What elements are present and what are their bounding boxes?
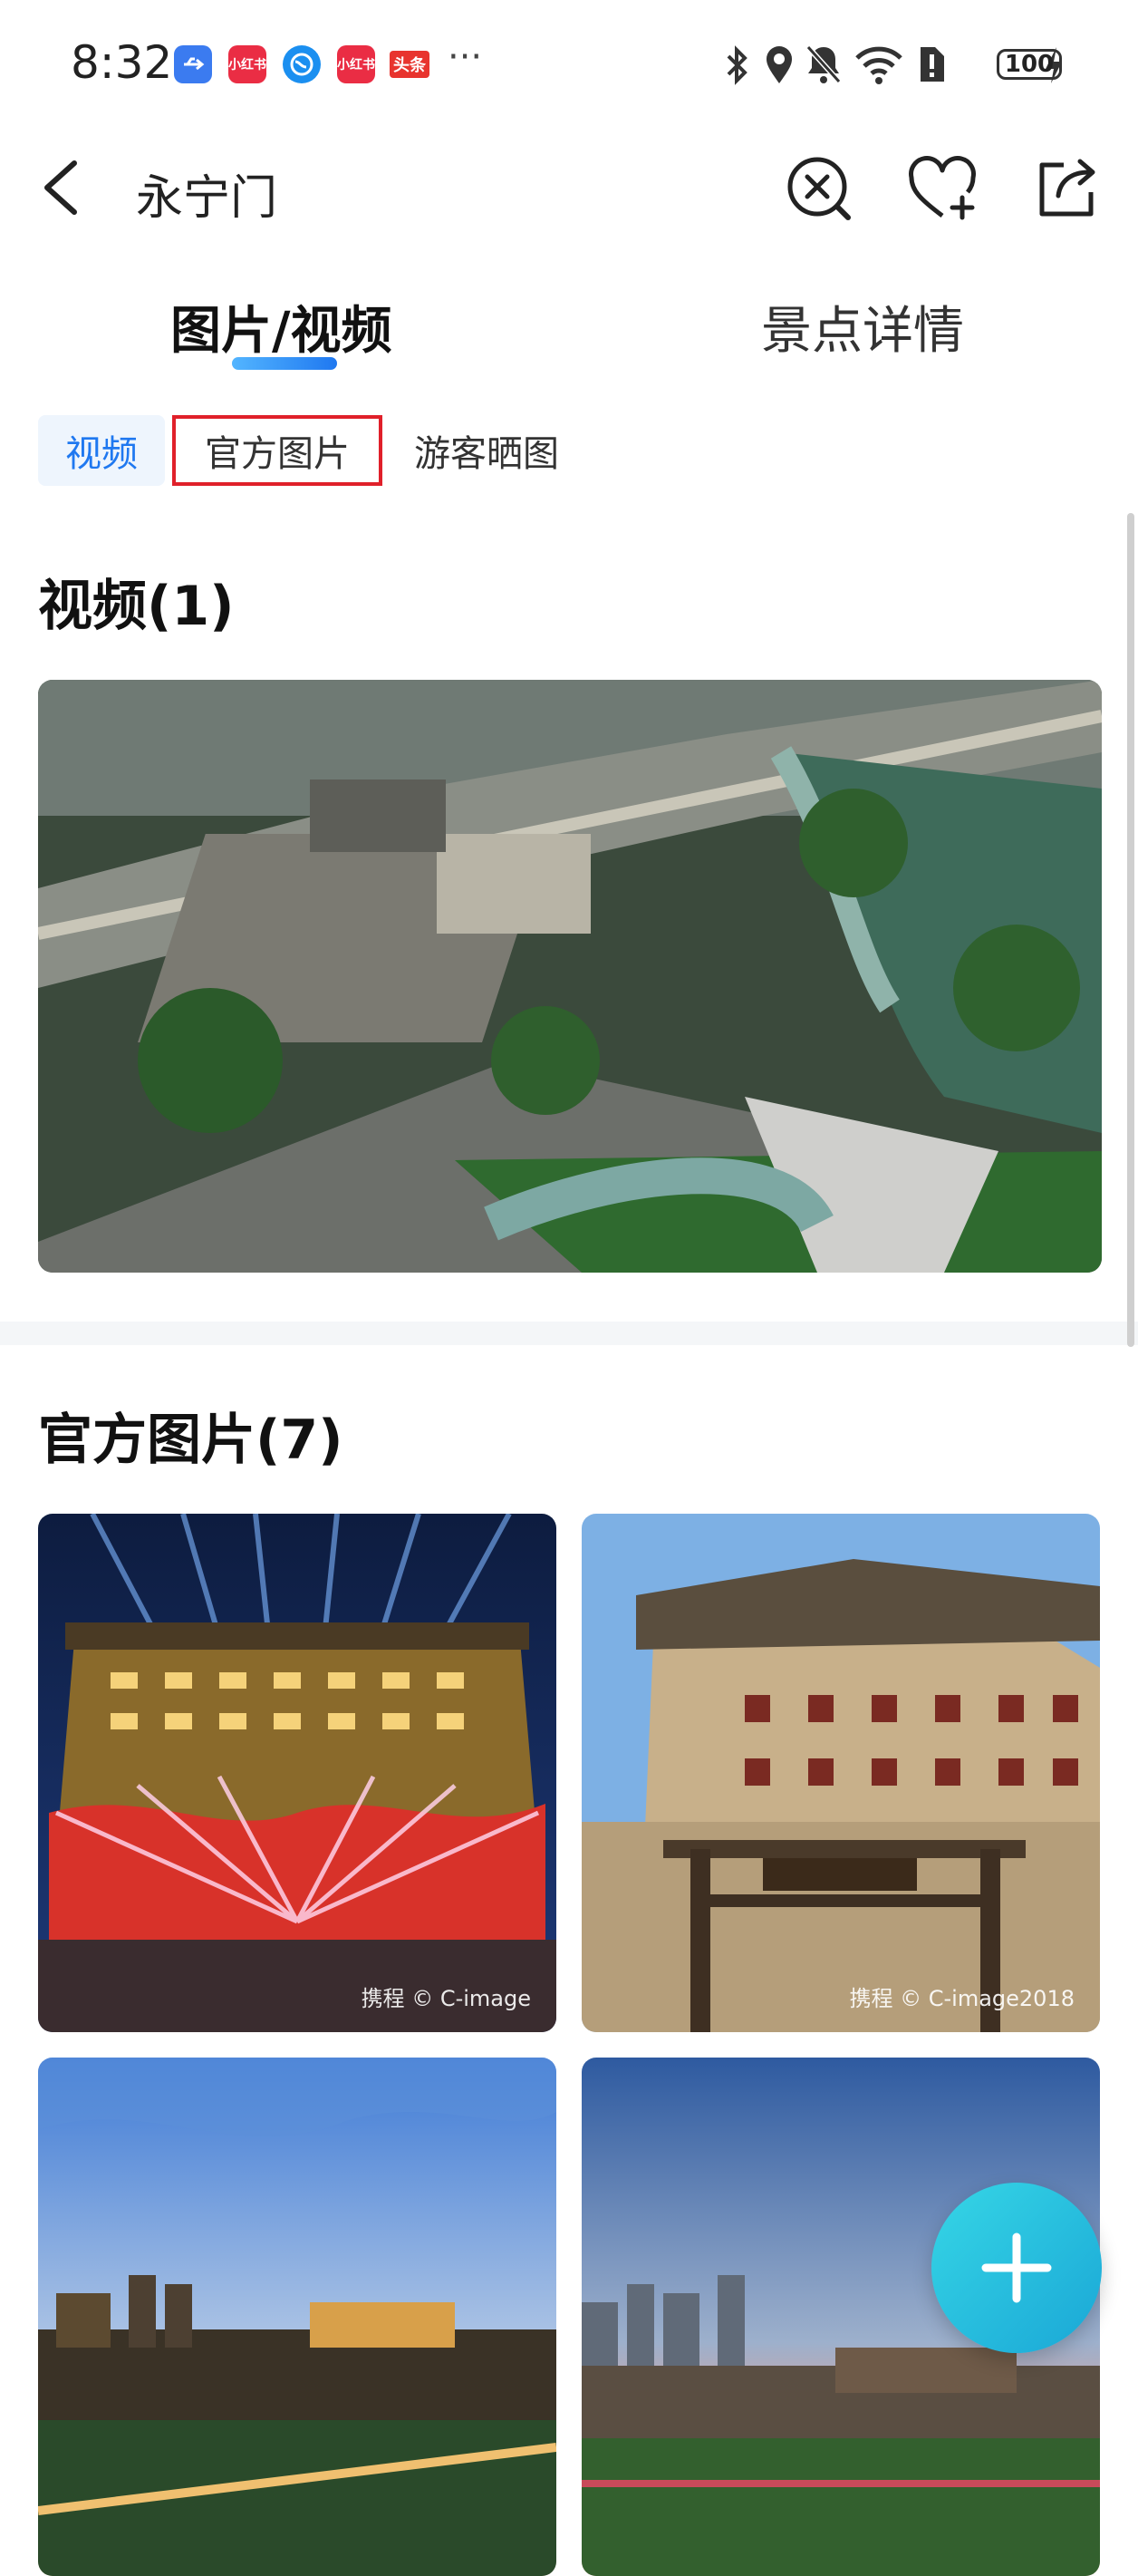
toutiao-icon: 头条 [390,51,429,78]
bluetooth-icon [727,45,747,85]
add-fab-button[interactable] [931,2183,1102,2353]
heart-add-icon[interactable] [908,156,980,223]
close-circle-icon[interactable] [785,154,854,223]
share-icon[interactable] [1033,154,1100,221]
usb-icon [174,45,212,83]
official-photo-1[interactable]: 携程 © C-image [38,1514,556,2032]
tab-photos-videos[interactable]: 图片/视频 [170,290,391,363]
subtab-official-photos[interactable]: 官方图片 [172,415,382,486]
plus-icon [981,2232,1052,2303]
subtab-tourist-photos[interactable]: 游客晒图 [390,415,583,486]
section-divider [0,1322,1138,1345]
video-section-title: 视频(1) [38,575,235,638]
wifi-icon [855,46,902,84]
photo-watermark: 携程 © C-image2018 [849,1986,1075,2011]
battery-indicator: 100 [997,49,1062,80]
official-photos-section-title: 官方图片(7) [38,1409,343,1472]
subtab-video[interactable]: 视频 [38,415,165,486]
sim-alert-icon [921,47,944,82]
tab-attraction-details[interactable]: 景点详情 [761,290,964,363]
xiaohongshu-icon-2: 小红书 [337,45,375,83]
official-photo-2[interactable]: 携程 © C-image2018 [582,1514,1100,2032]
more-notifications-icon: ··· [448,36,483,78]
official-photo-3[interactable] [38,2058,556,2576]
video-thumbnail[interactable] [38,680,1102,1273]
active-tab-indicator [232,357,337,370]
status-time: 8:32 [71,36,173,89]
xiaohongshu-icon: 小红书 [228,45,266,83]
page-title: 永宁门 [136,171,278,226]
mute-bell-icon [805,44,842,84]
scrollbar[interactable] [1127,513,1134,1347]
photo-watermark: 携程 © C-image [361,1986,531,2011]
browser-icon [283,45,321,83]
location-icon [767,46,792,83]
back-icon[interactable] [38,156,89,219]
